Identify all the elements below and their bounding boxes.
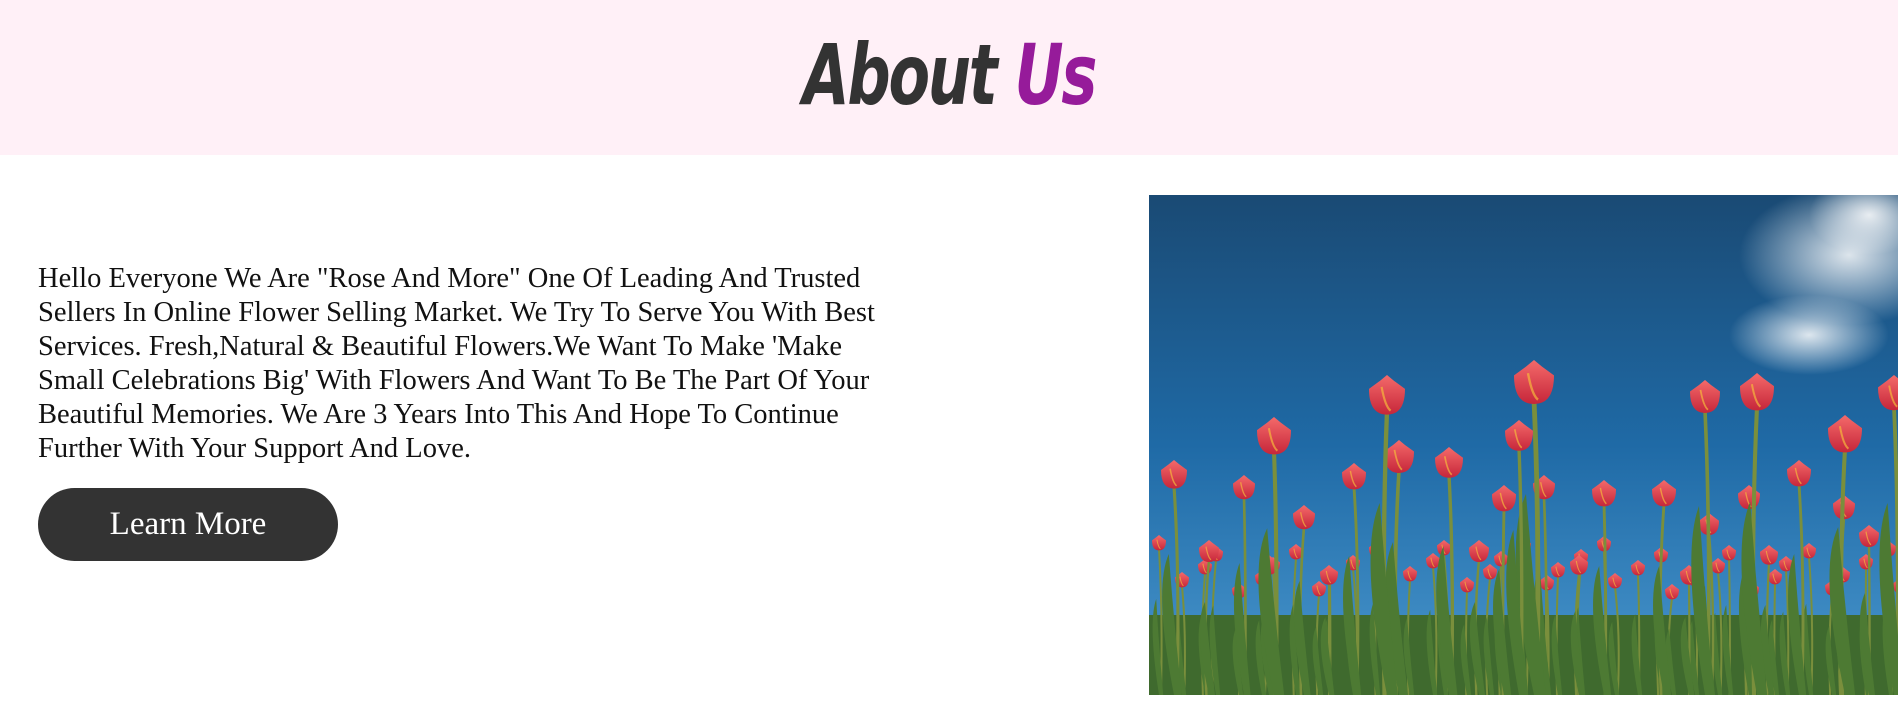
about-header: About Us bbox=[0, 0, 1898, 155]
title-word-us: Us bbox=[1014, 26, 1097, 124]
title-word-about: About bbox=[802, 26, 998, 124]
about-paragraph: Hello Everyone We Are "Rose And More" On… bbox=[38, 263, 875, 464]
learn-more-button[interactable]: Learn More bbox=[38, 488, 338, 561]
tulips-image bbox=[1149, 195, 1898, 695]
page-title: About Us bbox=[266, 20, 1633, 130]
